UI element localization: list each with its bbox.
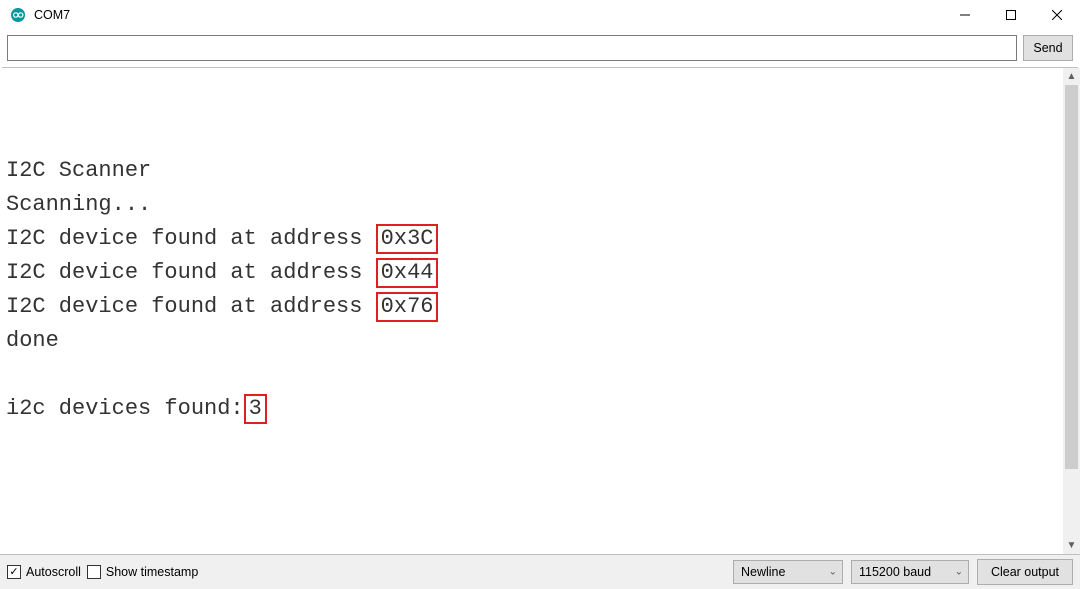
output-line: I2C device found at address 0x76	[6, 290, 1063, 324]
highlight-box: 3	[244, 394, 267, 424]
output-text: I2C device found at address	[6, 226, 376, 251]
line-ending-value: Newline	[741, 565, 785, 579]
output-line: Scanning...	[6, 188, 1063, 222]
bottom-toolbar: Autoscroll Show timestamp Newline ⌄ 1152…	[0, 555, 1080, 589]
output-line: done	[6, 324, 1063, 358]
chevron-down-icon: ⌄	[955, 567, 963, 578]
output-area: I2C ScannerScanning...I2C device found a…	[0, 68, 1080, 554]
chevron-down-icon: ⌄	[829, 567, 837, 578]
autoscroll-checkbox[interactable]: Autoscroll	[7, 565, 81, 579]
line-ending-select[interactable]: Newline ⌄	[733, 560, 843, 584]
autoscroll-label: Autoscroll	[26, 565, 81, 579]
checkbox-icon	[7, 565, 21, 579]
output-line: I2C Scanner	[6, 154, 1063, 188]
output-text: i2c devices found:	[6, 396, 244, 421]
output-line: I2C device found at address 0x3C	[6, 222, 1063, 256]
arduino-icon	[10, 7, 26, 23]
input-row: Send	[0, 30, 1080, 67]
serial-output: I2C ScannerScanning...I2C device found a…	[0, 68, 1063, 554]
send-button[interactable]: Send	[1023, 35, 1073, 61]
output-text: I2C device found at address	[6, 260, 376, 285]
checkbox-icon	[87, 565, 101, 579]
close-button[interactable]	[1034, 0, 1080, 30]
output-line	[6, 358, 1063, 392]
clear-output-button[interactable]: Clear output	[977, 559, 1073, 585]
scroll-down-icon[interactable]: ▼	[1063, 537, 1080, 554]
window-title: COM7	[34, 8, 70, 22]
minimize-button[interactable]	[942, 0, 988, 30]
titlebar: COM7	[0, 0, 1080, 30]
output-line: I2C device found at address 0x44	[6, 256, 1063, 290]
highlight-box: 0x44	[376, 258, 439, 288]
bottom-left-group: Autoscroll Show timestamp	[7, 565, 198, 579]
timestamp-label: Show timestamp	[106, 565, 198, 579]
output-line: i2c devices found:3	[6, 392, 1063, 426]
serial-input[interactable]	[7, 35, 1017, 61]
show-timestamp-checkbox[interactable]: Show timestamp	[87, 565, 198, 579]
baud-rate-value: 115200 baud	[859, 565, 931, 579]
scroll-thumb[interactable]	[1065, 85, 1078, 469]
baud-rate-select[interactable]: 115200 baud ⌄	[851, 560, 969, 584]
highlight-box: 0x76	[376, 292, 439, 322]
serial-monitor-window: COM7 Send I2C ScannerScanning...I2C devi…	[0, 0, 1080, 589]
maximize-button[interactable]	[988, 0, 1034, 30]
output-text: I2C device found at address	[6, 294, 376, 319]
scroll-track[interactable]	[1063, 85, 1080, 537]
highlight-box: 0x3C	[376, 224, 439, 254]
output-line	[6, 120, 1063, 154]
vertical-scrollbar[interactable]: ▲ ▼	[1063, 68, 1080, 554]
scroll-up-icon[interactable]: ▲	[1063, 68, 1080, 85]
